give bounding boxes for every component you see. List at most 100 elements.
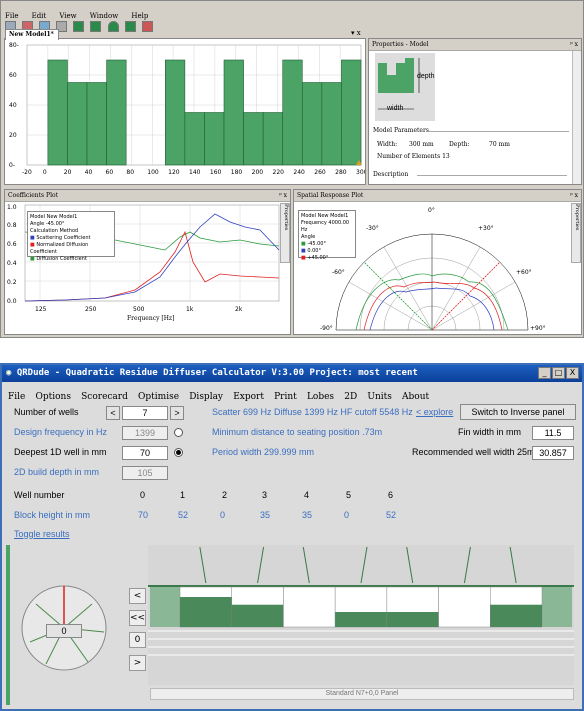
deepest-well-radio[interactable] — [174, 448, 183, 457]
well-number-cell: 1 — [180, 490, 186, 500]
explore-link[interactable]: < explore — [416, 407, 453, 417]
panel-block — [180, 597, 232, 627]
fin-width-label: Fin width in mm — [458, 427, 522, 437]
panel-well — [438, 586, 491, 628]
shift-left-button[interactable]: < — [129, 588, 146, 604]
coef-pin-icon[interactable]: ᵖ x — [279, 192, 287, 199]
num-wells-label: Number of wells — [14, 407, 79, 417]
panel-well — [283, 586, 336, 628]
qrdude-menubar: File Options Scorecard Optimise Display … — [8, 384, 429, 403]
frequency-info: Scatter 699 Hz Diffuse 1399 Hz HF cutoff… — [212, 407, 413, 417]
block-height-cell: 0 — [220, 510, 226, 520]
menu-print[interactable]: Print — [274, 392, 297, 402]
spatial-legend-angle: Angle — [301, 234, 316, 240]
panel-top-edge — [148, 585, 574, 587]
switch-inverse-button[interactable]: Switch to Inverse panel — [460, 404, 576, 420]
angle-minus90: -90° — [320, 325, 333, 332]
menu-export[interactable]: Export — [233, 392, 264, 402]
menu-2d[interactable]: 2D — [344, 392, 357, 402]
build-depth-input[interactable]: 105 — [122, 466, 168, 480]
angle-minus30: -30° — [366, 225, 379, 232]
reset-button[interactable]: 0 — [129, 632, 146, 648]
model-params-heading: Model Parameters — [373, 127, 429, 134]
block-height-cell: 52 — [178, 510, 189, 520]
menu-display[interactable]: Display — [189, 392, 223, 402]
window-title: QRDude - Quadratic Residue Diffuser Calc… — [16, 368, 418, 378]
legend-marker: ■ — [301, 248, 306, 254]
toggle-results-link[interactable]: Toggle results — [14, 529, 70, 539]
properties-scrollbar[interactable] — [572, 51, 581, 184]
desc-divider — [417, 175, 567, 176]
coef-xtick-1k: 1k — [186, 306, 194, 313]
close-tab-icon[interactable]: ▾ x — [351, 29, 361, 37]
spatial-properties-sidetab[interactable]: Properties — [571, 203, 581, 263]
model-app-window: File Edit View Window Help New Model1* ▾… — [0, 0, 584, 338]
top-toolbar — [5, 16, 154, 32]
coef-properties-sidetab[interactable]: Properties — [280, 203, 290, 263]
panel-left-fin — [150, 587, 180, 627]
model-ytick: 40 — [9, 102, 17, 109]
spatial-icon[interactable] — [141, 21, 153, 32]
spatial-pin-icon[interactable]: ᵖ x — [570, 192, 578, 199]
fin-width-input[interactable]: 11.5 — [532, 426, 574, 440]
well-icon[interactable] — [90, 21, 102, 32]
well-number-cell: 0 — [140, 490, 146, 500]
deepest-well-input[interactable]: 70 — [122, 446, 168, 460]
model-ytick: 60 — [9, 72, 17, 79]
coef-legend-angle: Angle -45.00° — [30, 221, 65, 227]
shift-start-button[interactable]: << — [129, 610, 146, 626]
menu-about[interactable]: About — [402, 392, 429, 402]
coef-legend-method: Calculation Method — [30, 228, 79, 234]
wells-increment-button[interactable]: > — [170, 406, 184, 420]
wedge-icon[interactable] — [124, 21, 136, 32]
model-well-bar — [301, 82, 323, 166]
design-freq-radio[interactable] — [174, 428, 183, 437]
shift-right-button[interactable]: > — [129, 655, 146, 671]
design-freq-input[interactable]: 1399 — [122, 426, 168, 440]
panel-block — [490, 604, 542, 627]
legend-marker: ■ — [30, 242, 35, 248]
num-wells-input[interactable]: 7 — [122, 406, 168, 420]
menu-lobes[interactable]: Lobes — [307, 392, 334, 402]
model-well-bar — [341, 59, 362, 166]
model-ytick: 20 — [9, 132, 17, 139]
legend-marker: ■ — [301, 241, 306, 247]
minimize-button[interactable]: _ — [538, 367, 551, 379]
width-label: width — [387, 105, 404, 112]
model-xtick: 200 — [252, 169, 264, 176]
spatial-legend-0-text: 0.00° — [307, 248, 321, 254]
wells-decrement-button[interactable]: < — [106, 406, 120, 420]
menu-scorecard[interactable]: Scorecard — [81, 392, 128, 402]
coef-xtick-2k: 2k — [235, 306, 243, 313]
maximize-button[interactable]: □ — [552, 367, 565, 379]
legend-normalized: ■ Normalized Diffusion Coefficient — [30, 242, 112, 256]
top-menubar: File Edit View Window Help — [5, 3, 156, 20]
depth-param-value: 70 mm — [489, 141, 510, 148]
menu-options[interactable]: Options — [36, 392, 71, 402]
dial-value-button[interactable]: 0 — [46, 624, 82, 638]
panel-block — [335, 612, 387, 627]
model-xtick: 140 — [189, 169, 201, 176]
menu-units[interactable]: Units — [367, 392, 392, 402]
legend-diffusion-text: Diffusion Coefficient — [36, 256, 87, 262]
model-well-bar — [86, 82, 107, 166]
close-button[interactable]: X — [566, 367, 579, 379]
coef-title: Coefficients Plot — [8, 192, 59, 199]
model-well-bar — [223, 59, 244, 166]
panel-caption: Standard N7+0,0 Panel — [150, 688, 574, 700]
menu-file[interactable]: File — [8, 392, 25, 402]
spatial-legend: Model New Model1 Frequency 4000.00 Hz An… — [298, 210, 356, 261]
recommended-width-input[interactable]: 30.857 — [532, 446, 574, 460]
dome-icon[interactable] — [107, 21, 119, 32]
panel-block — [231, 604, 284, 627]
diffuser-icon[interactable] — [73, 21, 85, 32]
legend-marker: ■ — [30, 256, 35, 262]
spatial-legend-m45: ■ -45.00° — [301, 241, 353, 248]
well-number-cell: 3 — [262, 490, 268, 500]
coef-xtick-125: 125 — [35, 306, 47, 313]
spatial-legend-0: ■ 0.00° — [301, 248, 353, 255]
menu-optimise[interactable]: Optimise — [138, 392, 179, 402]
coef-ytick-00: 0.0 — [7, 298, 17, 305]
depth-label: depth — [417, 73, 435, 80]
pin-close-icon[interactable]: ᵖ x — [570, 41, 578, 48]
